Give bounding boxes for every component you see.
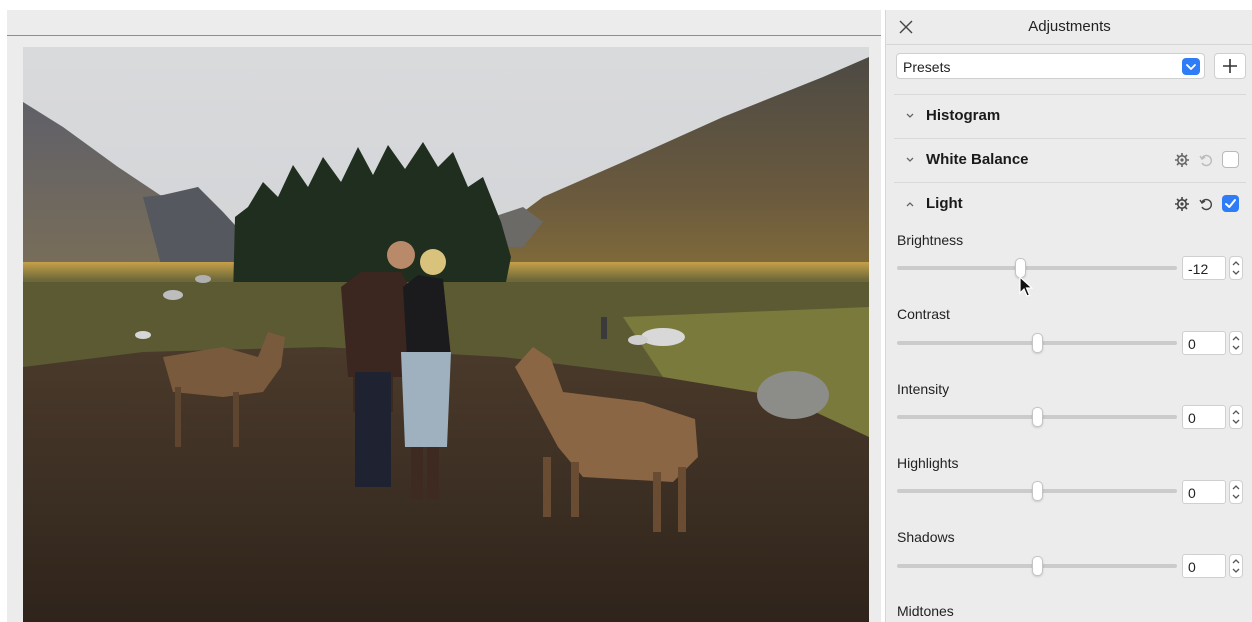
- midtones-label: Midtones: [897, 603, 954, 619]
- reset-icon[interactable]: [1198, 196, 1214, 212]
- brightness-stepper[interactable]: [1229, 256, 1243, 280]
- highlights-slider[interactable]: [897, 481, 1177, 501]
- plus-icon: [1223, 59, 1237, 73]
- panel-header: Adjustments: [886, 10, 1252, 45]
- slider-thumb[interactable]: [1032, 481, 1043, 501]
- brightness-label: Brightness: [897, 232, 964, 248]
- stepper-icon: [1232, 261, 1240, 275]
- highlights-stepper[interactable]: [1229, 480, 1243, 504]
- brightness-value: -12: [1188, 261, 1209, 277]
- reset-icon[interactable]: [1198, 152, 1214, 168]
- presets-label: Presets: [903, 59, 951, 75]
- stepper-icon: [1232, 485, 1240, 499]
- contrast-slider[interactable]: [897, 333, 1177, 353]
- slider-thumb[interactable]: [1032, 556, 1043, 576]
- highlights-value: 0: [1188, 485, 1196, 501]
- brightness-value-field[interactable]: -12: [1182, 256, 1226, 280]
- stepper-icon: [1232, 559, 1240, 573]
- slider-thumb[interactable]: [1032, 333, 1043, 353]
- chevron-right-icon: [906, 113, 914, 118]
- presets-row: Presets: [896, 53, 1246, 81]
- light-enable-checkbox[interactable]: [1222, 195, 1239, 212]
- section-title: White Balance: [926, 151, 1029, 168]
- intensity-stepper[interactable]: [1229, 405, 1243, 429]
- highlights-value-field[interactable]: 0: [1182, 480, 1226, 504]
- highlights-label: Highlights: [897, 455, 959, 471]
- shadows-label: Shadows: [897, 529, 955, 545]
- chevron-down-icon: [1186, 64, 1196, 70]
- slider-thumb[interactable]: [1015, 258, 1027, 278]
- presets-dropdown[interactable]: Presets: [896, 53, 1205, 79]
- contrast-stepper[interactable]: [1229, 331, 1243, 355]
- stepper-icon: [1232, 410, 1240, 424]
- contrast-value-field[interactable]: 0: [1182, 331, 1226, 355]
- section-histogram[interactable]: Histogram: [886, 101, 1252, 133]
- gear-icon[interactable]: [1174, 196, 1190, 212]
- chevron-up-icon: [906, 202, 914, 207]
- divider: [894, 182, 1246, 183]
- section-light[interactable]: Light: [886, 189, 1252, 221]
- photo-canvas[interactable]: [23, 47, 869, 622]
- gear-icon[interactable]: [1174, 152, 1190, 168]
- pointer-cursor-icon: [1019, 276, 1033, 297]
- intensity-value: 0: [1188, 410, 1196, 426]
- add-preset-button[interactable]: [1214, 53, 1246, 79]
- section-title: Light: [926, 195, 963, 212]
- divider: [894, 138, 1246, 139]
- canvas-top-line: [7, 35, 881, 36]
- checkmark-icon: [1225, 199, 1236, 208]
- slider-thumb[interactable]: [1032, 407, 1043, 427]
- chevron-right-icon: [906, 157, 914, 162]
- shadows-value-field[interactable]: 0: [1182, 554, 1226, 578]
- adjustments-panel: Adjustments Presets Histogram White Bala…: [885, 10, 1252, 622]
- presets-chevron-button[interactable]: [1182, 58, 1200, 75]
- intensity-value-field[interactable]: 0: [1182, 405, 1226, 429]
- intensity-slider[interactable]: [897, 407, 1177, 427]
- contrast-value: 0: [1188, 336, 1196, 352]
- intensity-label: Intensity: [897, 381, 950, 397]
- shadows-stepper[interactable]: [1229, 554, 1243, 578]
- panel-title: Adjustments: [1028, 18, 1111, 35]
- divider: [894, 94, 1246, 95]
- shadows-value: 0: [1188, 559, 1196, 575]
- section-white-balance[interactable]: White Balance: [886, 145, 1252, 177]
- shadows-slider[interactable]: [897, 556, 1177, 576]
- stepper-icon: [1232, 336, 1240, 350]
- contrast-label: Contrast: [897, 306, 950, 322]
- white-balance-enable-checkbox[interactable]: [1222, 151, 1239, 168]
- section-title: Histogram: [926, 107, 1001, 124]
- canvas-area: [7, 10, 881, 622]
- brightness-slider[interactable]: [897, 258, 1177, 278]
